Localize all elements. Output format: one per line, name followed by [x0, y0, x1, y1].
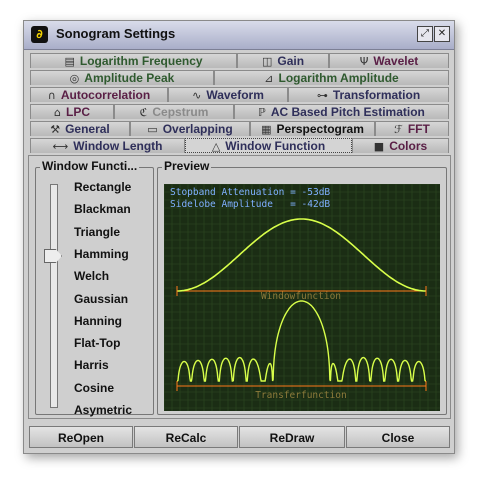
- wavelet-icon: Ψ: [359, 55, 369, 68]
- window-option-flat-top[interactable]: Flat-Top: [74, 336, 120, 350]
- tab-gain[interactable]: ◫ Gain: [237, 53, 329, 68]
- tab-general[interactable]: ⚒ General: [30, 121, 130, 136]
- sidelobe-amplitude-text: Sidelobe Amplitude = -42dB: [170, 199, 330, 210]
- waveform-icon: ∿: [192, 89, 202, 102]
- tab-transformation[interactable]: ⊶ Transformation: [288, 87, 449, 102]
- transferfunction-label: Transferfunction: [255, 390, 347, 401]
- window-option-rectangle[interactable]: Rectangle: [74, 180, 131, 194]
- autocorrelation-icon: ∩: [47, 89, 56, 102]
- preview-group-title: Preview: [162, 159, 212, 173]
- log-frequency-icon: ▤: [64, 55, 75, 68]
- window-function-group-title: Window Functi...: [40, 159, 140, 173]
- tab-amplitude-peak[interactable]: ◎ Amplitude Peak: [30, 70, 214, 85]
- window-option-cosine[interactable]: Cosine: [74, 381, 114, 395]
- reopen-button[interactable]: ReOpen: [29, 426, 133, 448]
- restore-icon[interactable]: ⤢: [417, 26, 433, 42]
- tab-wavelet[interactable]: Ψ Wavelet: [329, 53, 449, 68]
- window-function-icon: △: [211, 140, 221, 153]
- title-bar[interactable]: ∂ Sonogram Settings ⤢ ✕: [24, 21, 454, 50]
- window-option-welch[interactable]: Welch: [74, 269, 109, 283]
- tab-autocorrelation[interactable]: ∩ Autocorrelation: [30, 87, 168, 102]
- tab-fft[interactable]: ℱ FFT: [375, 121, 449, 136]
- tab-window-length[interactable]: ⟷ Window Length: [30, 138, 185, 153]
- general-icon: ⚒: [50, 123, 61, 136]
- recalc-button[interactable]: ReCalc: [134, 426, 238, 448]
- tab-waveform[interactable]: ∿ Waveform: [168, 87, 288, 102]
- tab-lpc[interactable]: ⌂ LPC: [30, 104, 114, 119]
- preview-group: Preview Stopband Attenuation = -53dB Sid…: [157, 159, 447, 415]
- window-function-panel: Window Functi... Rectangle Blackman Triang…: [28, 155, 451, 419]
- tab-logarithm-amplitude[interactable]: ⊿ Logarithm Amplitude: [214, 70, 449, 85]
- log-amplitude-icon: ⊿: [264, 72, 274, 85]
- tab-ac-based-pitch-estimation[interactable]: ℙ AC Based Pitch Estimation: [234, 104, 449, 119]
- tab-perspectogram[interactable]: ▦ Perspectogram: [250, 121, 375, 136]
- redraw-button[interactable]: ReDraw: [239, 426, 345, 448]
- stopband-attenuation-text: Stopband Attenuation = -53dB: [170, 187, 330, 198]
- colors-icon: ■: [373, 140, 385, 153]
- gain-icon: ◫: [261, 55, 273, 68]
- tab-overlapping[interactable]: ▭ Overlapping: [130, 121, 250, 136]
- app-icon: ∂: [31, 26, 48, 43]
- transformation-icon: ⊶: [316, 89, 328, 102]
- window-option-hanning[interactable]: Hanning: [74, 314, 122, 328]
- sonogram-settings-window: ∂ Sonogram Settings ⤢ ✕ ▤ Logarithm Frequ…: [23, 20, 455, 454]
- pitch-estimation-icon: ℙ: [258, 106, 266, 119]
- preview-plot: Stopband Attenuation = -53dB Sidelobe Am…: [164, 184, 440, 411]
- lpc-icon: ⌂: [54, 106, 61, 119]
- window-option-gaussian[interactable]: Gaussian: [74, 292, 128, 306]
- cepstrum-icon: ℭ: [139, 106, 148, 119]
- tab-cepstrum[interactable]: ℭ Cepstrum: [114, 104, 234, 119]
- window-title: Sonogram Settings: [56, 26, 176, 41]
- close-button[interactable]: Close: [346, 426, 450, 448]
- overlapping-icon: ▭: [147, 123, 158, 136]
- window-option-asymetric[interactable]: Asymetric: [74, 403, 132, 417]
- tab-colors[interactable]: ■ Colors: [352, 138, 449, 153]
- window-option-blackman[interactable]: Blackman: [74, 202, 131, 216]
- window-function-slider[interactable]: [50, 184, 58, 408]
- tab-logarithm-frequency[interactable]: ▤ Logarithm Frequency: [30, 53, 237, 68]
- fft-icon: ℱ: [394, 123, 403, 136]
- window-option-triangle[interactable]: Triangle: [74, 225, 120, 239]
- window-length-icon: ⟷: [52, 140, 69, 153]
- window-function-group: Window Functi... Rectangle Blackman Triang…: [35, 159, 154, 417]
- window-option-hamming[interactable]: Hamming: [74, 247, 129, 261]
- perspectogram-icon: ▦: [261, 123, 272, 136]
- amplitude-peak-icon: ◎: [69, 72, 80, 85]
- tab-window-function[interactable]: △ Window Function: [185, 138, 352, 153]
- window-option-harris[interactable]: Harris: [74, 358, 109, 372]
- close-icon[interactable]: ✕: [434, 26, 450, 42]
- slider-thumb[interactable]: [44, 249, 62, 263]
